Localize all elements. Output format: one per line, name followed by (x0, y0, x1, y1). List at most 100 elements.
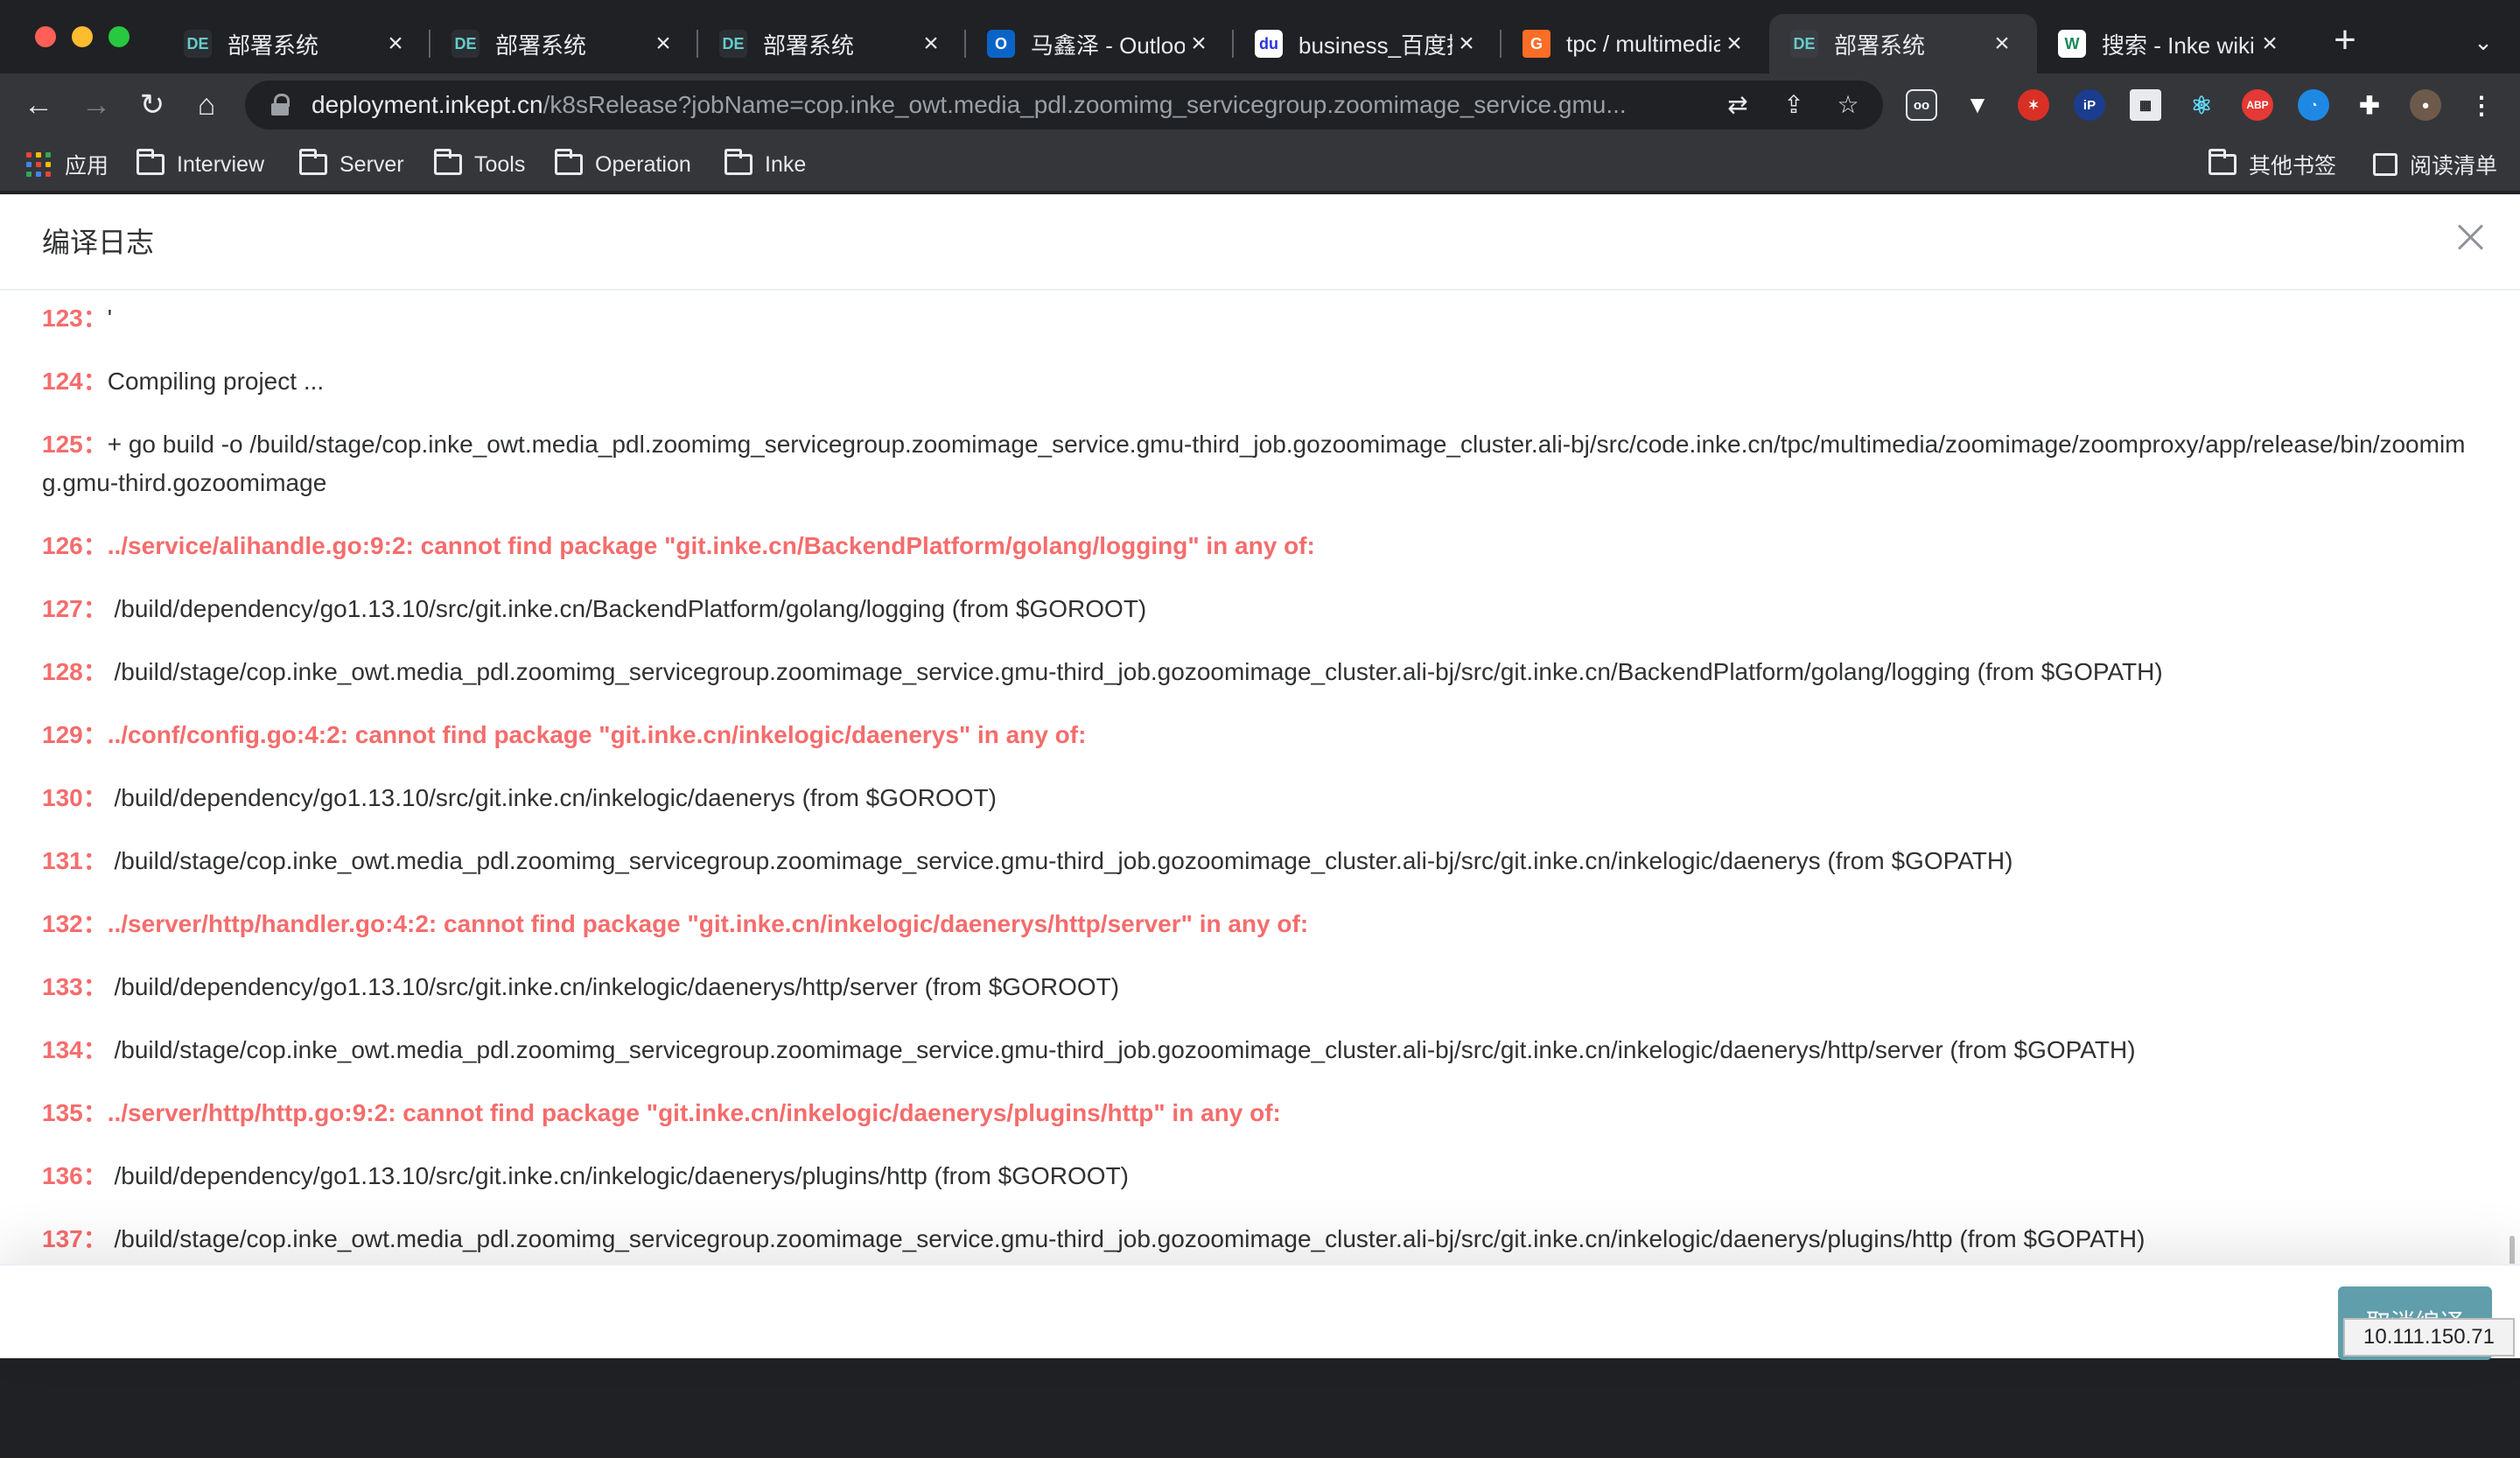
bookmark-label: 阅读清单 (2410, 154, 2498, 179)
new-tab-button[interactable]: + (2326, 21, 2364, 61)
bookmark-folder-server[interactable]: Server (299, 147, 404, 182)
adblock-plus-icon[interactable]: ABP (2242, 89, 2273, 121)
log-line: 128： /build/stage/cop.inke_owt.media_pdl… (42, 653, 2471, 691)
reading-list-button[interactable]: 阅读清单 (2373, 147, 2497, 182)
deploy-logo-icon: DE (719, 30, 747, 58)
browser-tab-active[interactable]: DE 部署系统 × (1769, 14, 2037, 74)
reader-extension-icon[interactable]: oo (1906, 89, 1937, 121)
line-number: 132： (42, 910, 108, 937)
line-number: 126： (42, 532, 108, 559)
bookmark-folder-tools[interactable]: Tools (434, 147, 525, 182)
close-icon[interactable]: × (1720, 29, 1748, 59)
line-text: /build/dependency/go1.13.10/src/git.inke… (107, 784, 998, 811)
line-number: 131： (42, 847, 108, 874)
line-text: ' (107, 305, 113, 332)
tab-title: 马鑫泽 - Outlook (1031, 32, 1185, 59)
url-host: deployment.inkept.cn (312, 91, 543, 118)
ip-extension-icon[interactable]: iP (2074, 89, 2105, 121)
bookmark-star-icon[interactable]: ☆ (1832, 89, 1864, 121)
react-devtools-icon[interactable]: ⚛ (2186, 89, 2217, 121)
log-line: 123：' (42, 299, 2471, 338)
log-line: 137： /build/stage/cop.inke_owt.media_pdl… (42, 1220, 2471, 1258)
line-number: 124： (42, 368, 108, 395)
log-line: 124：Compiling project ... (42, 362, 2471, 401)
log-line: 127： /build/dependency/go1.13.10/src/git… (42, 590, 2471, 628)
close-icon[interactable]: × (649, 29, 677, 59)
avatar[interactable]: ● (2410, 89, 2441, 121)
log-line: 125：+ go build -o /build/stage/cop.inke_… (42, 425, 2471, 502)
close-icon[interactable]: × (1185, 29, 1213, 59)
line-number: 125： (42, 431, 108, 458)
bookmark-folder-operation[interactable]: Operation (555, 147, 691, 182)
vue-devtools-icon[interactable]: ▼ (1962, 89, 1993, 121)
folder-icon (299, 149, 327, 175)
log-line-error: 135：../server/http/http.go:9:2: cannot f… (42, 1094, 2471, 1132)
bookmark-label: Inke (765, 151, 807, 177)
santa-extension-icon[interactable]: ✶ (2018, 89, 2049, 121)
log-line-error: 129：../conf/config.go:4:2: cannot find p… (42, 716, 2471, 754)
extensions-puzzle-icon[interactable]: ✚ (2354, 89, 2385, 121)
browser-tab[interactable]: O 马鑫泽 - Outlook × (966, 14, 1234, 74)
line-text: /build/stage/cop.inke_owt.media_pdl.zoom… (107, 658, 2163, 685)
bookmark-folder-interview[interactable]: Interview (136, 147, 264, 182)
line-number: 133： (42, 973, 108, 1000)
maximize-window-button[interactable] (108, 26, 130, 47)
bookmark-folder-inke[interactable]: Inke (724, 147, 806, 182)
log-line-error: 126：../service/alihandle.go:9:2: cannot … (42, 527, 2471, 565)
folder-icon (434, 149, 462, 175)
tab-title: 部署系统 (228, 32, 319, 59)
forward-button[interactable]: → (75, 84, 117, 126)
browser-tab[interactable]: W 搜索 - Inke wiki × (2037, 14, 2305, 74)
line-text: Compiling project ... (107, 368, 325, 395)
line-number: 127： (42, 595, 108, 622)
qr-code-icon[interactable]: ▦ (2130, 89, 2161, 121)
line-text: /build/dependency/go1.13.10/src/git.inke… (107, 973, 1120, 1000)
share-icon[interactable]: ⇪ (1778, 89, 1810, 121)
tab-title: 部署系统 (1834, 32, 1926, 59)
tab-search-chevron-icon[interactable]: ⌄ (2466, 25, 2501, 60)
tab-bar: DE 部署系统 × DE 部署系统 × DE 部署系统 × O 马鑫泽 - Ou… (0, 0, 2520, 74)
tab-title: 搜索 - Inke wiki (2102, 32, 2255, 59)
close-icon[interactable] (2450, 217, 2490, 257)
tab-title: business_百度搜 (1298, 32, 1452, 59)
folder-icon (555, 149, 583, 175)
close-icon[interactable]: × (1988, 29, 2016, 59)
bookmark-folder-other[interactable]: 其他书签 (2208, 147, 2336, 182)
close-window-button[interactable] (35, 26, 56, 47)
bookmark-label: 应用 (65, 154, 109, 179)
line-text: ../conf/config.go:4:2: cannot find packa… (107, 721, 1087, 748)
browser-tab[interactable]: DE 部署系统 × (163, 14, 430, 74)
sync-extension-icon[interactable]: ◔ (2298, 89, 2329, 121)
baidu-icon: du (1255, 30, 1283, 58)
tab-title: tpc / multimedia (1566, 30, 1720, 57)
back-button[interactable]: ← (18, 84, 60, 126)
translate-icon[interactable]: ⇄ (1722, 89, 1754, 121)
gitlab-icon: G (1522, 30, 1550, 58)
bookmark-apps[interactable]: 应用 (26, 147, 108, 182)
close-icon[interactable]: × (917, 29, 945, 59)
log-line: 134： /build/stage/cop.inke_owt.media_pdl… (42, 1031, 2471, 1069)
page-content: 编译日志 123：' 124：Compiling project ... 125：+… (0, 194, 2520, 1360)
browser-tab[interactable]: DE 部署系统 × (430, 14, 698, 74)
lock-icon[interactable] (270, 94, 292, 116)
browser-tab[interactable]: G tpc / multimedia × (1502, 14, 1769, 74)
close-icon[interactable]: × (1452, 29, 1480, 59)
outlook-icon: O (987, 30, 1015, 58)
close-icon[interactable]: × (382, 29, 410, 59)
line-number: 137： (42, 1225, 108, 1252)
more-menu-icon[interactable]: ⋮ (2466, 89, 2497, 121)
minimize-window-button[interactable] (72, 26, 93, 47)
browser-tab[interactable]: du business_百度搜 × (1234, 14, 1502, 74)
url-path: /k8sRelease?jobName=cop.inke_owt.media_p… (542, 91, 1627, 118)
address-bar[interactable]: deployment.inkept.cn/k8sRelease?jobName=… (245, 81, 1883, 130)
browser-tab[interactable]: DE 部署系统 × (698, 14, 966, 74)
address-url[interactable]: deployment.inkept.cn/k8sRelease?jobName=… (312, 91, 1738, 119)
bookmark-label: Interview (177, 151, 265, 177)
tab-title: 部署系统 (763, 32, 855, 59)
ip-tooltip: 10.111.150.71 (2343, 1318, 2515, 1356)
close-icon[interactable]: × (2256, 29, 2284, 59)
log-line: 136： /build/dependency/go1.13.10/src/git… (42, 1157, 2471, 1195)
home-button[interactable]: ⌂ (186, 84, 228, 126)
reload-button[interactable]: ↻ (131, 84, 173, 126)
folder-icon (724, 149, 752, 175)
